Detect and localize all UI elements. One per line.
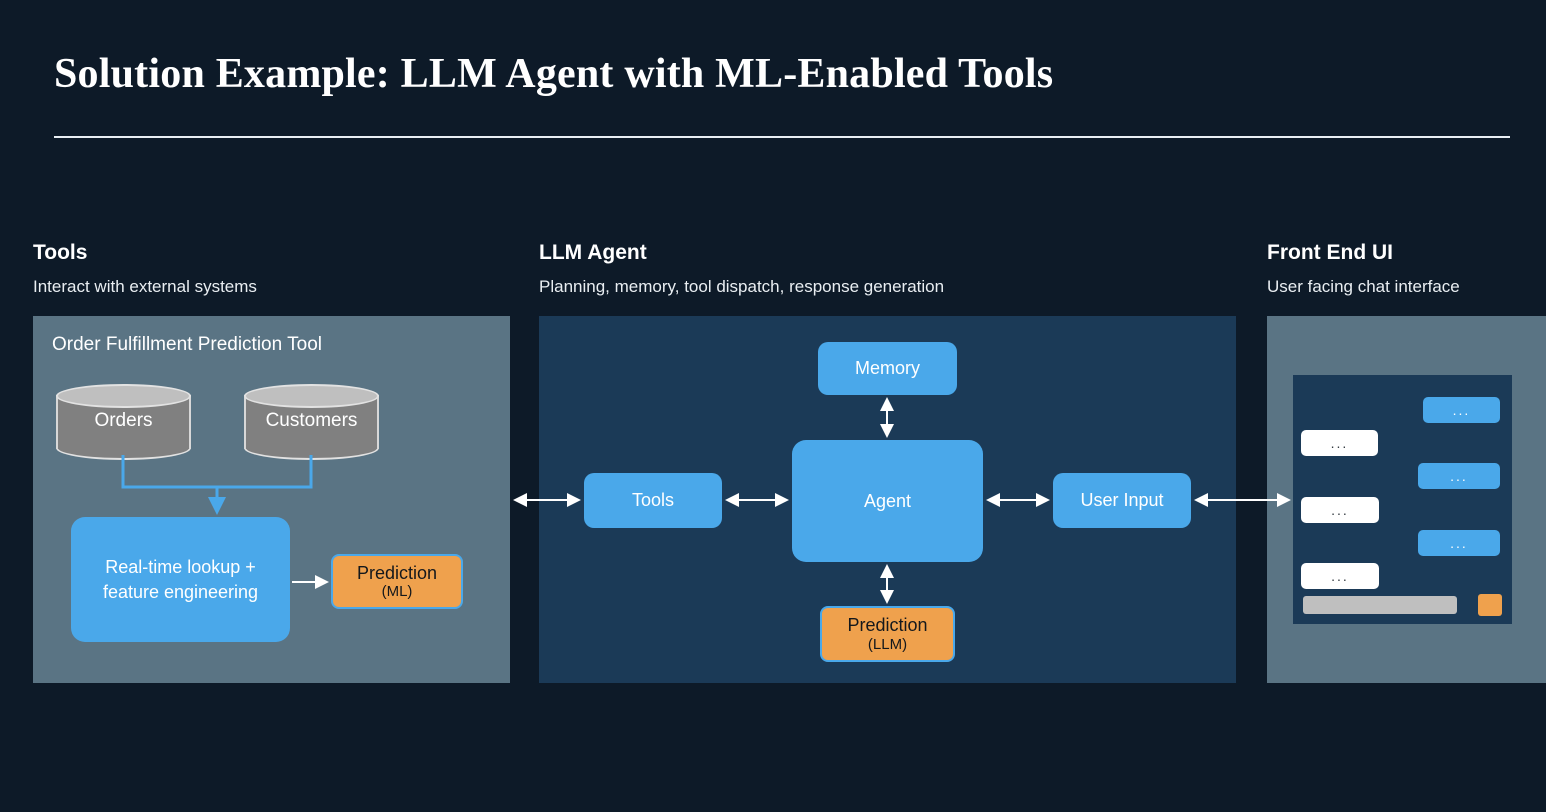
prediction-ml-box: Prediction (ML) — [331, 554, 463, 609]
chat-bubble-user: ... — [1418, 530, 1500, 556]
column-header-tools-title: Tools — [33, 241, 88, 264]
chat-input-field[interactable] — [1303, 596, 1457, 614]
database-cylinder-customers: Customers — [244, 384, 379, 460]
prediction-ml-label: Prediction — [356, 562, 438, 583]
database-cylinder-orders: Orders — [56, 384, 191, 460]
column-header-agent-title: LLM Agent — [539, 241, 647, 264]
column-header-frontend: Front End UI User facing chat interface — [1267, 241, 1460, 297]
user-input-box: User Input — [1053, 473, 1191, 528]
column-header-tools: Tools Interact with external systems — [33, 241, 257, 297]
tool-card-title: Order Fulfillment Prediction Tool — [52, 334, 322, 355]
agent-tools-label: Tools — [631, 490, 675, 510]
chat-bubble-user: ... — [1423, 397, 1500, 423]
agent-label: Agent — [863, 490, 912, 511]
database-label-orders: Orders — [94, 410, 153, 431]
agent-tools-box: Tools — [584, 473, 722, 528]
memory-label: Memory — [854, 358, 920, 378]
chat-bubble-bot: ... — [1301, 430, 1378, 456]
user-input-label: User Input — [1080, 490, 1164, 510]
cylinder-top-ellipse — [244, 384, 379, 408]
prediction-ml-sublabel: (ML) — [381, 583, 413, 601]
realtime-lookup-line2: feature engineering — [102, 581, 259, 602]
chat-window: .................. — [1293, 375, 1512, 624]
realtime-lookup-box: Real-time lookup + feature engineering — [71, 517, 290, 642]
column-header-agent: LLM Agent Planning, memory, tool dispatc… — [539, 241, 944, 297]
column-header-frontend-subtitle: User facing chat interface — [1267, 277, 1460, 297]
page-title: Solution Example: LLM Agent with ML-Enab… — [54, 51, 1054, 97]
chat-send-button[interactable] — [1478, 594, 1502, 616]
column-header-tools-subtitle: Interact with external systems — [33, 277, 257, 297]
memory-box: Memory — [818, 342, 957, 395]
column-header-agent-subtitle: Planning, memory, tool dispatch, respons… — [539, 277, 945, 297]
realtime-lookup-line1: Real-time lookup + — [105, 557, 256, 578]
database-label-customers: Customers — [265, 410, 358, 431]
prediction-llm-label: Prediction — [847, 615, 928, 636]
cylinder-top-ellipse — [56, 384, 191, 408]
prediction-llm-sublabel: (LLM) — [867, 635, 908, 653]
agent-box: Agent — [792, 440, 983, 562]
column-header-frontend-title: Front End UI — [1267, 241, 1393, 264]
chat-bubble-user: ... — [1418, 463, 1500, 489]
chat-bubble-bot: ... — [1301, 563, 1379, 589]
title-divider — [54, 136, 1510, 138]
chat-bubble-bot: ... — [1301, 497, 1379, 523]
prediction-llm-box: Prediction (LLM) — [820, 606, 955, 662]
